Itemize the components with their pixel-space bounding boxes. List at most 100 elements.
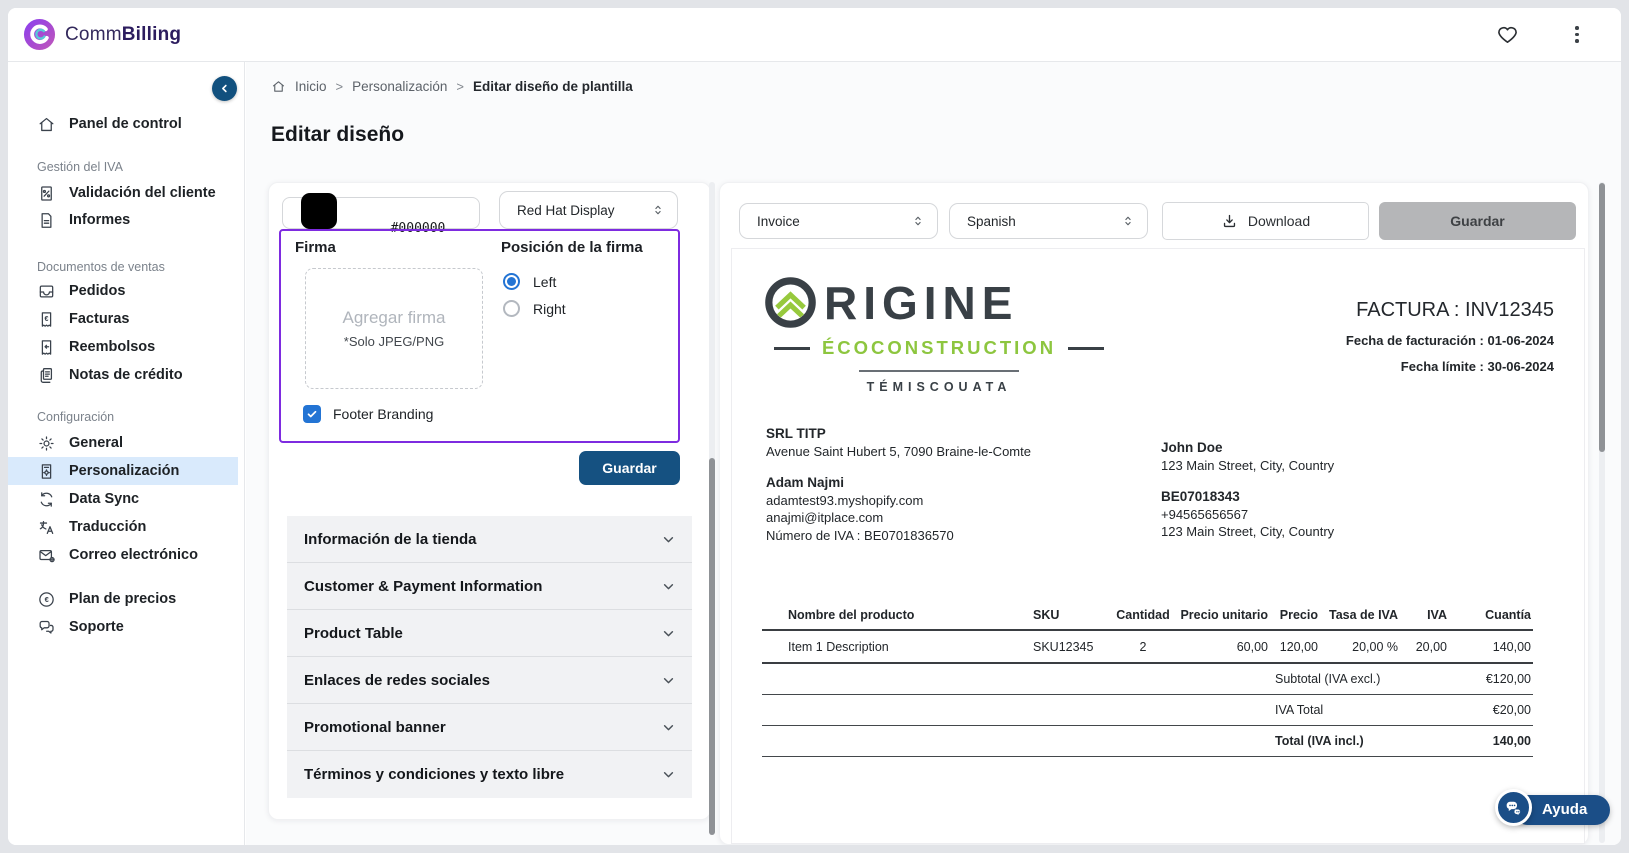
accordion-customer-payment[interactable]: Customer & Payment Information bbox=[287, 563, 692, 610]
invoice-due-date: Fecha límite : 30-06-2024 bbox=[1346, 359, 1554, 374]
font-family-select[interactable]: Red Hat Display bbox=[499, 191, 678, 229]
home-icon bbox=[271, 79, 286, 94]
sidebar-section-configuracion: Configuración bbox=[37, 410, 114, 424]
radio-unselected-icon bbox=[503, 300, 520, 317]
radio-selected-icon bbox=[503, 273, 520, 290]
main-content: Inicio > Personalización > Editar diseño… bbox=[246, 62, 1621, 845]
sidebar: Panel de control Gestión del IVA Validac… bbox=[8, 62, 245, 845]
breadcrumb-personalizacion[interactable]: Personalización bbox=[352, 79, 447, 94]
app-window: CommBilling Panel de control Gestión del… bbox=[8, 8, 1621, 845]
editor-scrollbar-thumb[interactable] bbox=[709, 458, 715, 835]
accordion-promo-banner[interactable]: Promotional banner bbox=[287, 704, 692, 751]
euro-circle-icon: € bbox=[37, 590, 56, 609]
document-copy-icon bbox=[37, 366, 56, 385]
signature-upload-hint: *Solo JPEG/PNG bbox=[344, 334, 444, 349]
seller-company: SRL TITP bbox=[766, 425, 1031, 443]
seller-vat: Número de IVA : BE0701836570 bbox=[766, 527, 1031, 545]
accordion-social-links[interactable]: Enlaces de redes sociales bbox=[287, 657, 692, 704]
chevron-down-icon bbox=[660, 672, 677, 689]
logo-dash bbox=[774, 347, 810, 350]
invoice-preview-card: Invoice Spanish Download Guardar bbox=[719, 182, 1589, 845]
page-title: Editar diseño bbox=[271, 123, 404, 147]
accordion-terms-free-text[interactable]: Términos y condiciones y texto libre bbox=[287, 751, 692, 798]
invoice-table-header: Nombre del producto SKU Cantidad Precio … bbox=[762, 601, 1533, 631]
sidebar-collapse-button[interactable] bbox=[212, 76, 237, 101]
buyer-name: John Doe bbox=[1161, 439, 1334, 457]
signature-label: Firma bbox=[295, 239, 336, 256]
signature-position-right-radio[interactable]: Right bbox=[503, 300, 566, 317]
signature-upload-text: Agregar firma bbox=[343, 308, 446, 328]
color-swatch[interactable] bbox=[301, 193, 337, 229]
language-select[interactable]: Spanish bbox=[949, 203, 1148, 239]
sidebar-item-validacion-del-cliente[interactable]: Validación del cliente bbox=[8, 179, 238, 207]
download-button[interactable]: Download bbox=[1162, 202, 1369, 240]
receipt-euro-icon: € bbox=[37, 310, 56, 329]
sidebar-item-pedidos[interactable]: Pedidos bbox=[8, 277, 238, 305]
chevron-down-icon bbox=[660, 531, 677, 548]
document-lines-icon bbox=[37, 211, 56, 230]
chevron-down-icon bbox=[660, 719, 677, 736]
sidebar-item-plan-de-precios[interactable]: € Plan de precios bbox=[8, 585, 238, 613]
sidebar-section-gestion-iva: Gestión del IVA bbox=[37, 160, 123, 174]
invoice-document: RIGINE ÉCOCONSTRUCTION TÉMISCOUATA FACTU… bbox=[731, 248, 1585, 844]
signature-position-left-radio[interactable]: Left bbox=[503, 273, 556, 290]
sidebar-item-personalizacion[interactable]: Personalización bbox=[8, 457, 238, 485]
overflow-menu-icon[interactable] bbox=[1575, 23, 1579, 43]
sync-arrows-icon bbox=[37, 490, 56, 509]
sidebar-item-reembolsos[interactable]: Reembolsos bbox=[8, 333, 238, 361]
buyer-vat: BE07018343 bbox=[1161, 488, 1334, 506]
svg-text:€: € bbox=[45, 595, 50, 604]
svg-text:€: € bbox=[45, 314, 49, 322]
invoice-billing-date: Fecha de facturación : 01-06-2024 bbox=[1346, 333, 1554, 348]
editor-save-button[interactable]: Guardar bbox=[579, 451, 680, 485]
preview-save-button[interactable]: Guardar bbox=[1379, 202, 1576, 240]
breadcrumb-separator: > bbox=[336, 79, 344, 94]
document-type-select[interactable]: Invoice bbox=[739, 203, 938, 239]
inbox-icon bbox=[37, 282, 56, 301]
sidebar-item-panel-de-control[interactable]: Panel de control bbox=[8, 110, 238, 138]
logo-underline bbox=[859, 370, 1019, 372]
subtotal-row: Subtotal (IVA excl.) €120,00 bbox=[762, 664, 1533, 695]
sidebar-item-informes[interactable]: Informes bbox=[8, 206, 238, 234]
seller-website: adamtest93.myshopify.com bbox=[766, 492, 1031, 510]
template-editor-card: Red Hat Display Firma Agregar firma *Sol… bbox=[268, 182, 711, 820]
footer-branding-checkbox[interactable]: Footer Branding bbox=[303, 405, 433, 423]
download-icon bbox=[1221, 213, 1238, 230]
favorite-heart-icon[interactable] bbox=[1496, 23, 1519, 51]
sidebar-item-notas-de-credito[interactable]: Notas de crédito bbox=[8, 361, 238, 389]
vat-total-row: IVA Total €20,00 bbox=[762, 695, 1533, 726]
preview-scrollbar-thumb[interactable] bbox=[1599, 183, 1605, 452]
invoice-table: Nombre del producto SKU Cantidad Precio … bbox=[762, 601, 1533, 757]
chevron-left-icon bbox=[218, 82, 231, 95]
accordion-store-info[interactable]: Información de la tienda bbox=[287, 516, 692, 563]
seller-address: Avenue Saint Hubert 5, 7090 Braine-le-Co… bbox=[766, 443, 1031, 461]
chevron-down-icon bbox=[660, 766, 677, 783]
sidebar-item-soporte[interactable]: Soporte bbox=[8, 613, 238, 641]
chevron-up-down-icon bbox=[1121, 213, 1135, 229]
topbar: CommBilling bbox=[8, 8, 1621, 62]
chevron-down-icon bbox=[660, 578, 677, 595]
checkbox-checked-icon bbox=[303, 405, 321, 423]
sidebar-item-data-sync[interactable]: Data Sync bbox=[8, 485, 238, 513]
signature-settings-group: Firma Agregar firma *Solo JPEG/PNG Posic… bbox=[279, 229, 680, 443]
brand-logo[interactable]: CommBilling bbox=[23, 18, 181, 51]
breadcrumb-inicio[interactable]: Inicio bbox=[295, 79, 327, 94]
receipt-refund-icon bbox=[37, 338, 56, 357]
origine-o-icon bbox=[765, 277, 816, 328]
seller-contact: Adam Najmi bbox=[766, 474, 1031, 492]
seller-email: anajmi@itplace.com bbox=[766, 509, 1031, 527]
chat-bubbles-icon bbox=[37, 618, 56, 637]
sidebar-item-traduccion[interactable]: Traducción bbox=[8, 513, 238, 541]
signature-upload-dropzone[interactable]: Agregar firma *Solo JPEG/PNG bbox=[305, 268, 483, 389]
sidebar-item-general[interactable]: General bbox=[8, 429, 238, 457]
buyer-address2: 123 Main Street, City, Country bbox=[1161, 523, 1334, 541]
sidebar-item-facturas[interactable]: € Facturas bbox=[8, 305, 238, 333]
help-chat-icon[interactable] bbox=[1495, 789, 1532, 826]
chevron-up-down-icon bbox=[651, 202, 665, 218]
invoice-table-row: Item 1 Description SKU12345 2 60,00 120,… bbox=[762, 631, 1533, 664]
mail-gear-icon bbox=[37, 546, 56, 565]
logo-word: RIGINE bbox=[824, 280, 1018, 326]
accordion-product-table[interactable]: Product Table bbox=[287, 610, 692, 657]
sidebar-item-correo-electronico[interactable]: Correo electrónico bbox=[8, 541, 238, 569]
chevron-down-icon bbox=[660, 625, 677, 642]
